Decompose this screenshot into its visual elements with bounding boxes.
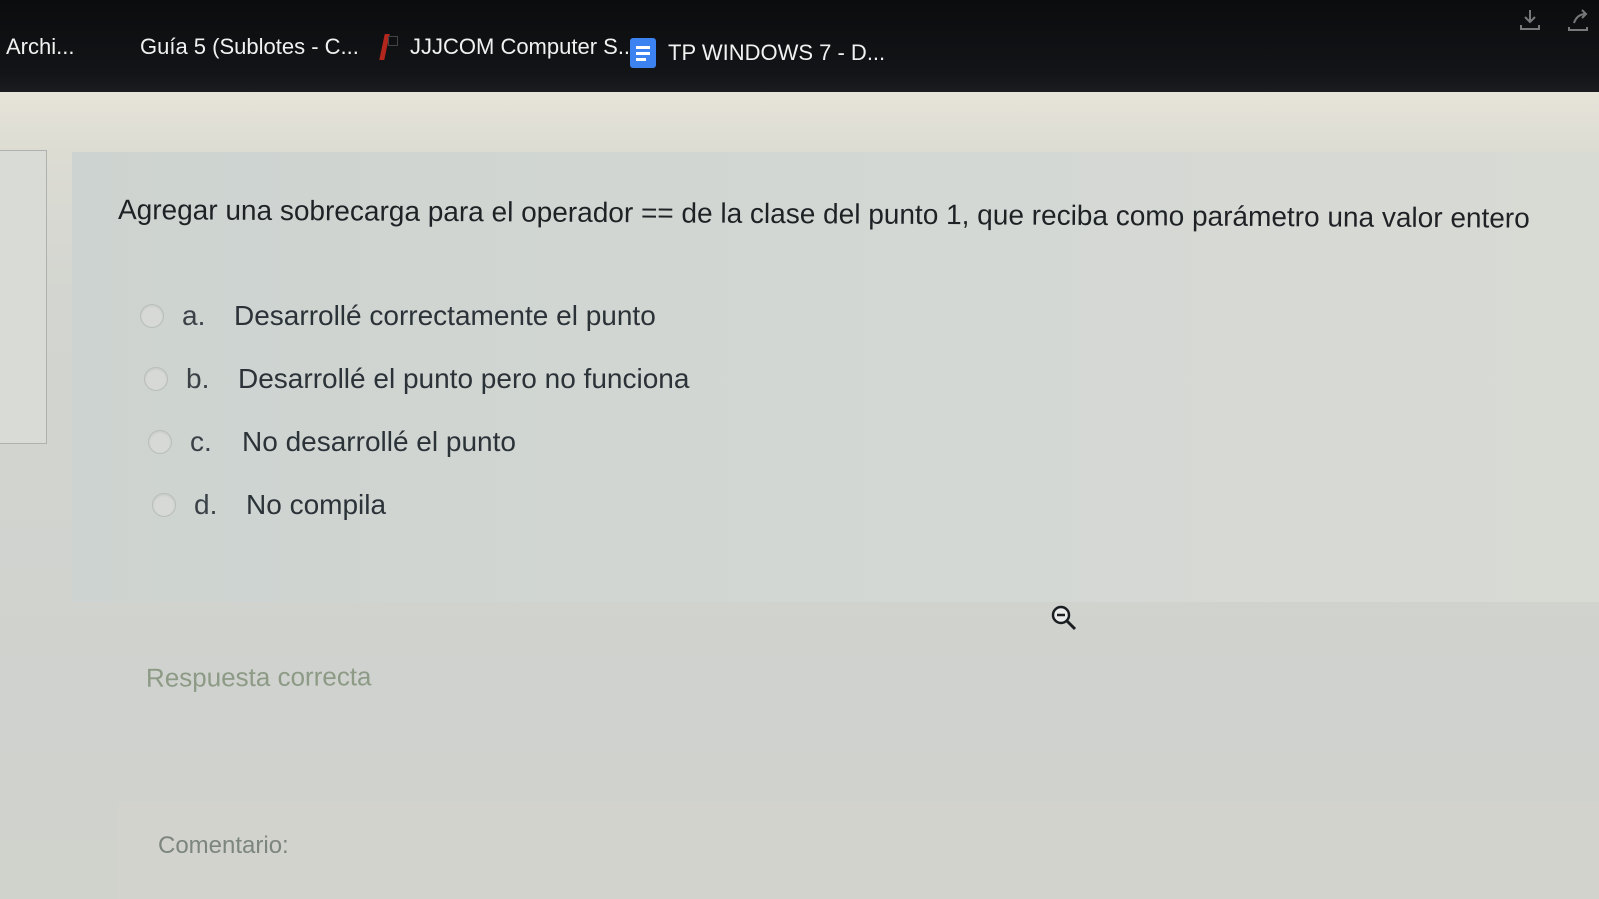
google-docs-icon: [630, 38, 656, 68]
option-text: No compila: [246, 489, 387, 520]
option-text: Desarrollé correctamente el punto: [234, 300, 656, 331]
option-text: Desarrollé el punto pero no funciona: [238, 363, 690, 394]
bookmark-guia-5[interactable]: Guía 5 (Sublotes - C...: [140, 30, 359, 64]
radio-button[interactable]: [140, 304, 164, 328]
option-letter: d.: [194, 489, 218, 520]
bookmark-label: Guía 5 (Sublotes - C...: [140, 34, 359, 59]
toolbar-icons: [1517, 0, 1599, 40]
option-letter: c.: [190, 426, 212, 457]
option-letter: a.: [182, 300, 206, 331]
answer-option-b[interactable]: b. Desarrollé el punto pero no funciona: [144, 363, 689, 395]
bookmarks-bar: Archi... Guía 5 (Sublotes - C... JJJCOM …: [0, 0, 1599, 92]
option-letter: b.: [186, 363, 210, 394]
radio-button[interactable]: [152, 493, 176, 517]
bookmark-label: JJJCOM Computer S...: [410, 34, 637, 59]
bookmark-jjjcom[interactable]: JJJCOM Computer S...: [372, 30, 636, 64]
bookmark-label: Archi...: [6, 34, 75, 59]
comment-section: Comentario:: [118, 802, 1599, 899]
question-text: Agregar una sobrecarga para el operador …: [117, 194, 1530, 234]
quiz-page: Agregar una sobrecarga para el operador …: [0, 92, 1599, 899]
radio-button[interactable]: [148, 430, 172, 454]
bookmark-archi[interactable]: Archi...: [6, 30, 74, 64]
share-icon[interactable]: [1565, 7, 1591, 33]
download-icon[interactable]: [1517, 7, 1543, 33]
feedback-text: Respuesta correcta: [145, 661, 372, 693]
question-box: Agregar una sobrecarga para el operador …: [72, 152, 1599, 602]
option-text: No desarrollé el punto: [242, 426, 516, 457]
pdf-icon: [372, 33, 398, 61]
radio-button[interactable]: [144, 367, 168, 391]
answer-option-c[interactable]: c. No desarrollé el punto: [148, 426, 516, 458]
bookmark-label: TP WINDOWS 7 - D...: [668, 40, 886, 65]
bookmark-tp-windows-7[interactable]: TP WINDOWS 7 - D...: [630, 36, 885, 70]
zoom-out-icon[interactable]: [1050, 604, 1078, 632]
comment-label: Comentario:: [158, 832, 289, 859]
answer-option-a[interactable]: a. Desarrollé correctamente el punto: [140, 300, 656, 332]
question-info-panel: [0, 150, 47, 444]
answer-option-d[interactable]: d. No compila: [152, 489, 386, 521]
